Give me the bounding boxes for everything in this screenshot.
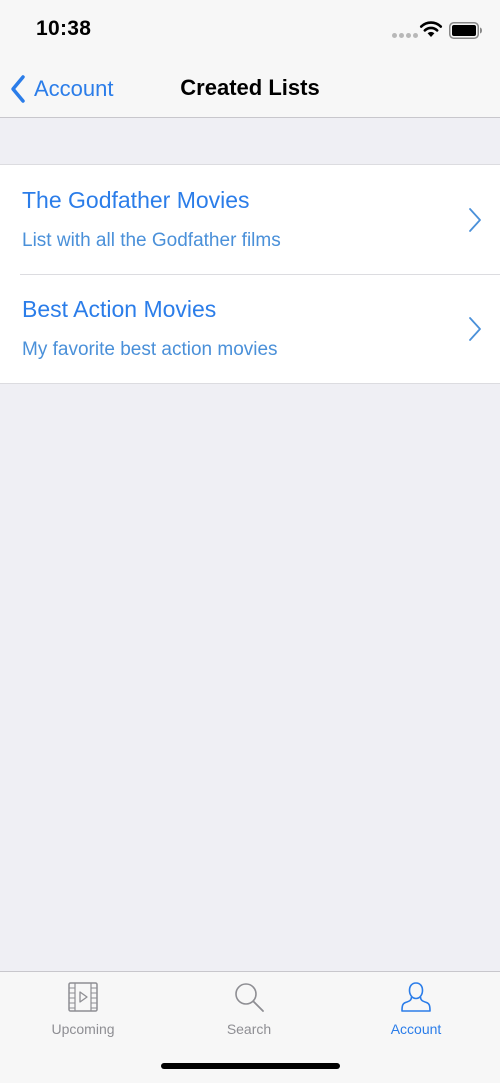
created-lists: The Godfather Movies List with all the G…	[0, 164, 500, 384]
home-indicator[interactable]	[161, 1063, 340, 1069]
list-item-subtitle: My favorite best action movies	[22, 339, 278, 360]
wifi-icon	[419, 21, 443, 37]
tab-label: Upcoming	[51, 1021, 115, 1037]
tab-search[interactable]: Search	[166, 980, 332, 1050]
screen: 10:38 Account Created Lists The Godfathe…	[0, 0, 500, 1083]
list-item[interactable]: The Godfather Movies List with all the G…	[0, 165, 500, 274]
battery-icon	[449, 22, 482, 39]
list-item-subtitle: List with all the Godfather films	[22, 230, 281, 251]
list-item-title: The Godfather Movies	[22, 187, 250, 213]
status-time: 10:38	[36, 17, 92, 40]
search-icon	[235, 983, 264, 1012]
person-icon	[401, 982, 431, 1012]
chevron-right-icon	[469, 208, 481, 232]
film-icon	[68, 982, 98, 1012]
tab-upcoming[interactable]: Upcoming	[0, 980, 166, 1050]
cellular-signal-icon	[392, 33, 418, 38]
list-item[interactable]: Best Action Movies My favorite best acti…	[0, 274, 500, 383]
navigation-bar: Account Created Lists	[0, 60, 500, 118]
list-item-title: Best Action Movies	[22, 296, 217, 322]
page-title: Created Lists	[180, 75, 320, 100]
tab-account[interactable]: Account	[333, 980, 499, 1050]
status-bar: 10:38	[0, 0, 500, 60]
chevron-right-icon	[469, 317, 481, 341]
tab-label: Account	[390, 1021, 442, 1037]
tab-label: Search	[226, 1021, 272, 1037]
